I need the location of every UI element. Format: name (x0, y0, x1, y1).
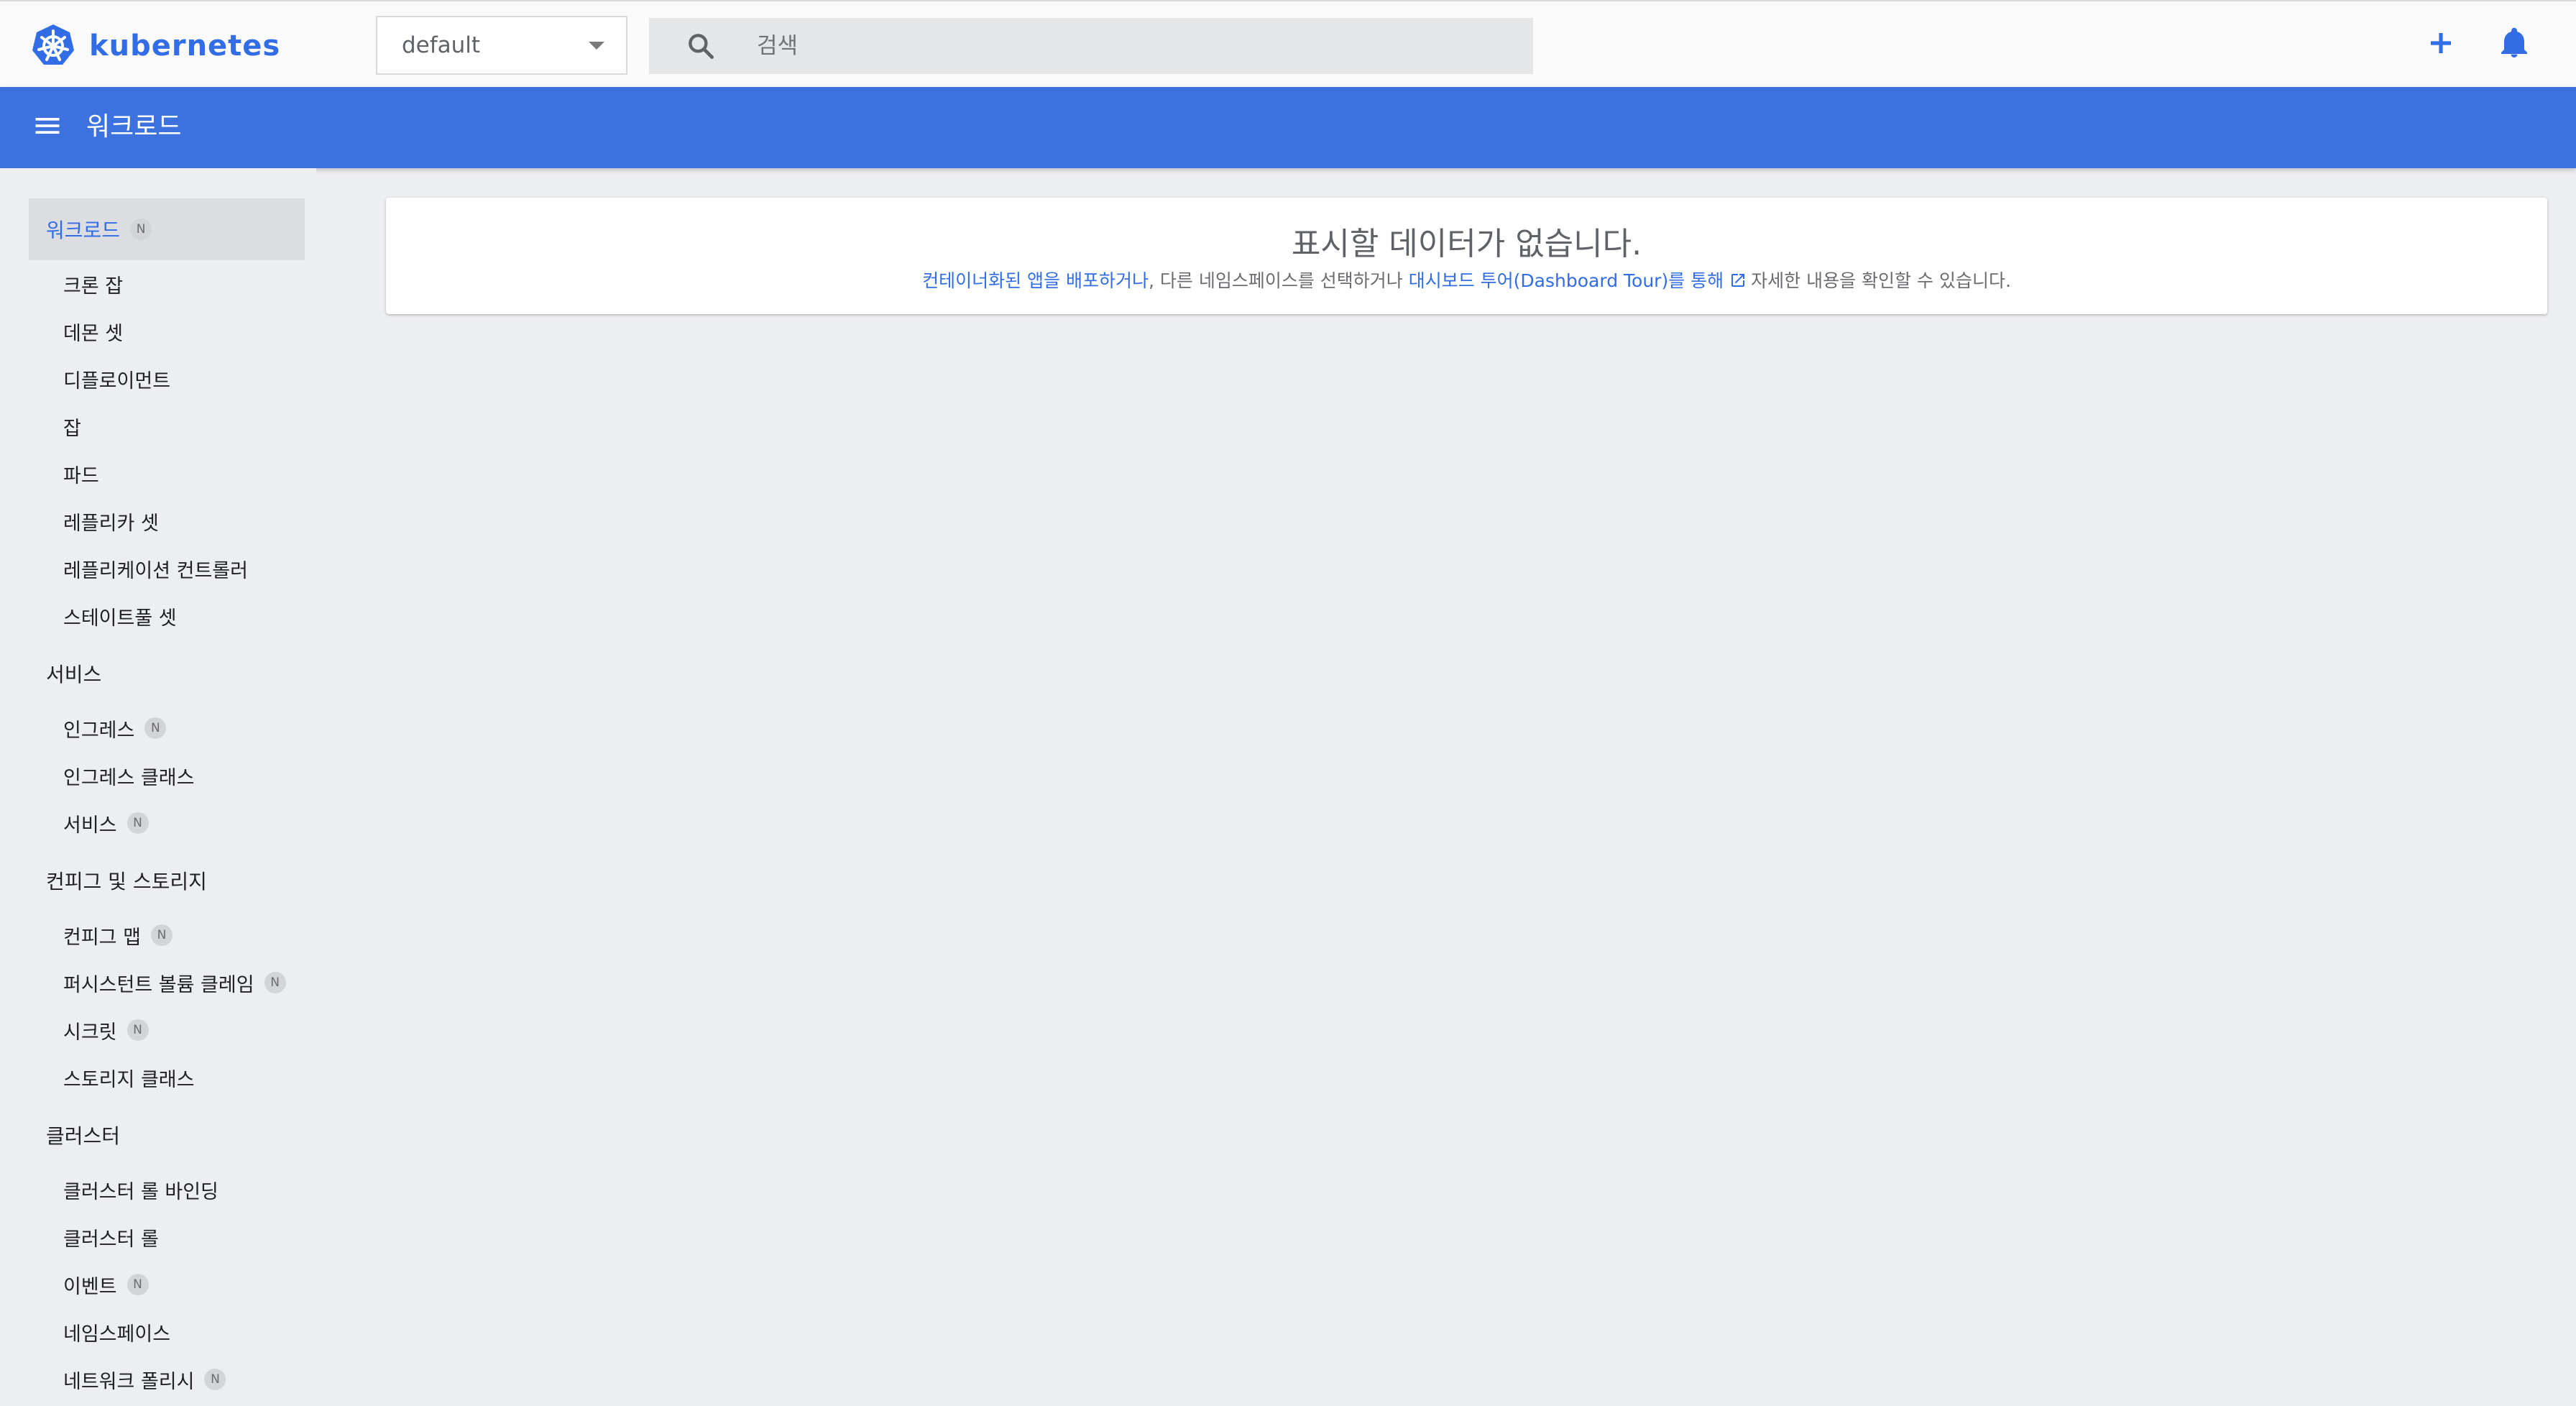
sidebar-item-deployments[interactable]: 디플로이먼트 (29, 357, 305, 400)
sidebar-item-storageclasses[interactable]: 스토리지 클래스 (29, 1056, 305, 1099)
new-badge: N (204, 1369, 226, 1390)
create-button[interactable] (2419, 23, 2462, 66)
sidebar-item-secrets[interactable]: 시크릿 N (29, 1008, 305, 1052)
sidebar-item-replicationcontrollers[interactable]: 레플리케이션 컨트롤러 (29, 547, 305, 590)
notifications-button[interactable] (2493, 23, 2536, 66)
sidebar-item-label: 잡 (63, 417, 81, 440)
sidebar-item-label: 시크릿 (63, 1021, 117, 1044)
sidebar-item-label: 이벤트 (63, 1275, 117, 1298)
empty-state-text: , 다른 네임스페이스를 선택하거나 (1148, 270, 1409, 291)
sidebar-item-label: 파드 (63, 464, 99, 487)
sidebar-item-daemonsets[interactable]: 데몬 셋 (29, 310, 305, 353)
sidebar-item-label: 퍼시스턴트 볼륨 클레임 (63, 973, 254, 996)
sidebar-item-label: 크론 잡 (63, 275, 124, 298)
sidebar-item-jobs[interactable]: 잡 (29, 405, 305, 448)
sidebar-item-ingressclasses[interactable]: 인그레스 클래스 (29, 754, 305, 797)
menu-button[interactable] (29, 109, 66, 146)
dropdown-caret-icon (589, 42, 604, 50)
empty-state-title: 표시할 데이터가 없습니다. (1291, 226, 1642, 262)
empty-state-text-end: 자세한 내용을 확인할 수 있습니다. (1751, 270, 2011, 291)
sidebar-item-label: 스토리지 클래스 (63, 1068, 195, 1091)
brand[interactable]: kubernetes (30, 22, 280, 70)
plus-icon (2424, 26, 2458, 63)
sidebar-group-label: 컨피그 및 스토리지 (46, 870, 207, 893)
deploy-app-link[interactable]: 컨테이너화된 앱을 배포하거나 (922, 270, 1149, 291)
search-icon[interactable] (685, 30, 717, 62)
brand-name: kubernetes (89, 29, 281, 63)
sidebar-item-configmaps[interactable]: 컨피그 맵 N (29, 914, 305, 957)
sidebar-group-cluster[interactable]: 클러스터 (29, 1104, 305, 1166)
sidebar-item-label: 인그레스 클래스 (63, 766, 195, 789)
sidebar-item-label: 네임스페이스 (63, 1323, 171, 1346)
menu-icon (32, 110, 63, 144)
sidebar-item-label: 레플리케이션 컨트롤러 (63, 559, 248, 582)
sidebar-item-clusterroles[interactable]: 클러스터 롤 (29, 1216, 305, 1259)
sidebar-group-workloads[interactable]: 워크로드 N (29, 198, 305, 260)
sidebar-item-label: 인그레스 (63, 719, 135, 742)
external-link-icon[interactable] (1729, 272, 1747, 289)
sidebar-group-label: 클러스터 (46, 1124, 121, 1148)
new-badge: N (130, 219, 152, 240)
sidebar-item-ingresses[interactable]: 인그레스 N (29, 707, 305, 750)
new-badge: N (126, 1019, 149, 1041)
kubernetes-logo-icon (30, 23, 76, 69)
sidebar-item-label: 클러스터 롤 (63, 1228, 159, 1251)
dashboard-tour-link[interactable]: 대시보드 투어(Dashboard Tour)를 통해 (1409, 270, 1724, 291)
search-input[interactable] (755, 18, 1517, 74)
search-bar[interactable] (649, 18, 1533, 74)
sidebar-group-label: 서비스 (46, 663, 102, 686)
sidebar-item-label: 클러스터 롤 바인딩 (63, 1180, 218, 1203)
namespace-value: default (402, 32, 481, 58)
sidebar-item-namespaces[interactable]: 네임스페이스 (29, 1310, 305, 1354)
sidebar-group-label: 워크로드 (46, 219, 121, 242)
sidebar-item-services[interactable]: 서비스 N (29, 801, 305, 845)
sidebar-item-label: 컨피그 맵 (63, 926, 141, 949)
page-header: 워크로드 (0, 87, 2576, 168)
bell-icon (2497, 26, 2531, 63)
empty-state-card: 표시할 데이터가 없습니다. 컨테이너화된 앱을 배포하거나, 다른 네임스페이… (386, 198, 2547, 314)
sidebar-item-label: 데몬 셋 (63, 322, 124, 345)
sidebar-item-networkpolicies[interactable]: 네트워크 폴리시 N (29, 1358, 305, 1401)
new-badge: N (264, 972, 286, 993)
sidebar-item-label: 디플로이먼트 (63, 369, 171, 392)
sidebar-item-clusterrolebindings[interactable]: 클러스터 롤 바인딩 (29, 1168, 305, 1211)
sidebar-item-label: 레플리카 셋 (63, 512, 159, 535)
sidebar-item-events[interactable]: 이벤트 N (29, 1263, 305, 1306)
sidebar-item-cronjobs[interactable]: 크론 잡 (29, 262, 305, 305)
sidebar-item-pods[interactable]: 파드 (29, 452, 305, 495)
new-badge: N (126, 1274, 149, 1295)
new-badge: N (150, 924, 172, 946)
empty-state-message: 컨테이너화된 앱을 배포하거나, 다른 네임스페이스를 선택하거나 대시보드 투… (386, 267, 2547, 293)
sidebar: 워크로드 N 크론 잡 데몬 셋 디플로이먼트 잡 파드 레플리카 셋 레플리케… (0, 168, 316, 1406)
sidebar-item-statefulsets[interactable]: 스테이트풀 셋 (29, 594, 305, 638)
sidebar-item-pvcs[interactable]: 퍼시스턴트 볼륨 클레임 N (29, 961, 305, 1004)
new-badge: N (144, 717, 167, 739)
sidebar-group-service[interactable]: 서비스 (29, 643, 305, 704)
sidebar-group-config-storage[interactable]: 컨피그 및 스토리지 (29, 850, 305, 911)
namespace-select[interactable]: default (376, 16, 627, 75)
sidebar-item-label: 네트워크 폴리시 (63, 1370, 195, 1393)
sidebar-item-replicasets[interactable]: 레플리카 셋 (29, 500, 305, 543)
new-badge: N (126, 812, 149, 834)
sidebar-item-label: 스테이트풀 셋 (63, 607, 177, 630)
page-title: 워크로드 (86, 112, 182, 142)
sidebar-item-label: 서비스 (63, 814, 117, 837)
top-toolbar: kubernetes default (0, 0, 2576, 87)
